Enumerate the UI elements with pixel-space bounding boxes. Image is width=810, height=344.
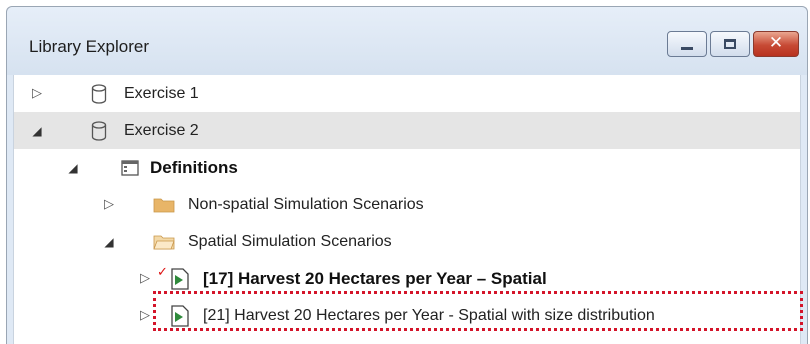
expand-arrow-icon[interactable]: ▷ (102, 197, 116, 212)
definitions-icon (121, 160, 139, 176)
tree-item-label: Definitions (150, 157, 238, 177)
database-icon (91, 121, 107, 141)
tree-item-exercise-2[interactable]: ◢ Exercise 2 (14, 112, 800, 149)
window-title: Library Explorer (29, 37, 149, 56)
scenario-icon (171, 268, 189, 290)
folder-open-icon (153, 235, 175, 250)
expand-arrow-icon[interactable]: ▷ (30, 86, 44, 101)
collapse-arrow-icon[interactable]: ◢ (66, 161, 80, 175)
collapse-arrow-icon[interactable]: ◢ (102, 235, 116, 249)
tree-item-definitions[interactable]: ◢ Definitions (14, 149, 800, 186)
tree-item-label: Spatial Simulation Scenarios (188, 232, 392, 250)
checkmark-icon: ✓ (157, 264, 168, 279)
tree-item-exercise-1[interactable]: ▷ Exercise 1 (14, 75, 800, 112)
highlight-box (153, 291, 803, 331)
folder-closed-icon (153, 198, 175, 213)
window-controls: ✕ (667, 31, 799, 57)
tree-item-label: Exercise 2 (124, 121, 199, 139)
tree-item-spatial-scenarios[interactable]: ◢ Spatial Simulation Scenarios (14, 223, 800, 260)
tree-item-label: [17] Harvest 20 Hectares per Year – Spat… (203, 268, 547, 288)
database-icon (91, 84, 107, 104)
title-bar[interactable]: Library Explorer ✕ (7, 7, 807, 75)
tree-item-label: Exercise 1 (124, 84, 199, 102)
expand-arrow-icon[interactable]: ▷ (138, 271, 152, 286)
tree-item-label: Non-spatial Simulation Scenarios (188, 195, 424, 213)
minimize-button[interactable] (667, 31, 707, 57)
minimize-icon (681, 47, 693, 50)
maximize-button[interactable] (710, 31, 750, 57)
expand-arrow-icon[interactable]: ▷ (138, 308, 152, 323)
close-button[interactable]: ✕ (753, 31, 799, 57)
collapse-arrow-icon[interactable]: ◢ (30, 124, 44, 138)
close-icon: ✕ (768, 33, 784, 53)
maximize-icon (724, 39, 736, 49)
tree-item-nonspatial-scenarios[interactable]: ▷ Non-spatial Simulation Scenarios (14, 186, 800, 223)
